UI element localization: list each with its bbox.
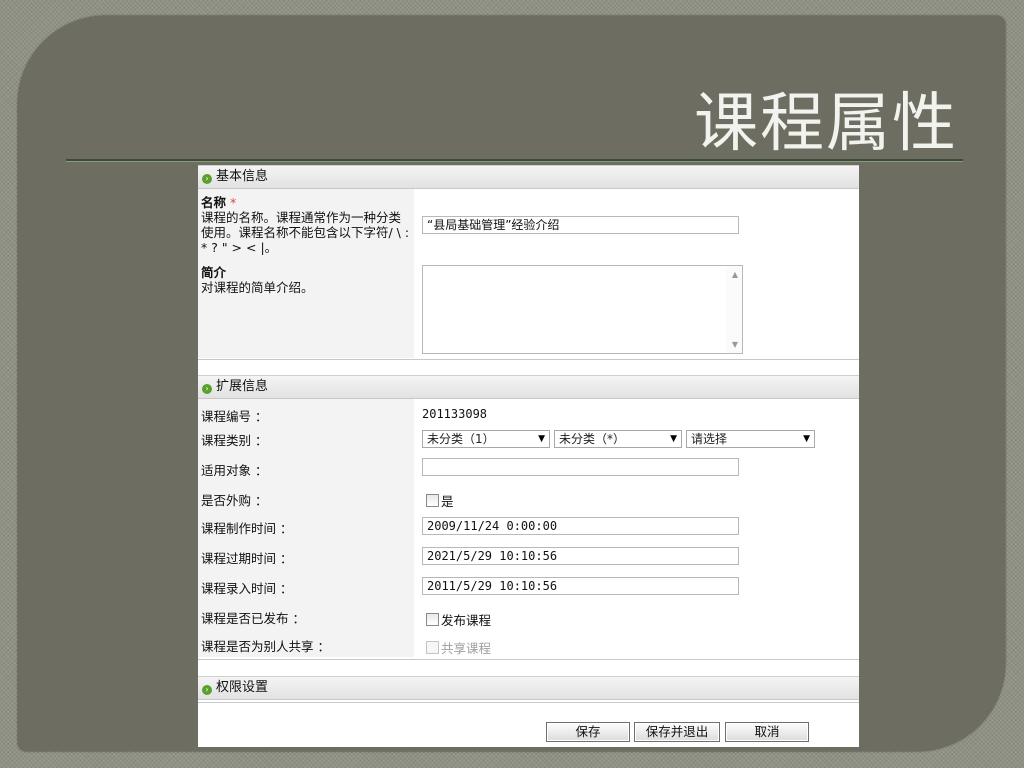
- expand-icon[interactable]: ›: [202, 685, 212, 695]
- audience-label: 适用对象 ：: [201, 463, 268, 478]
- title-divider: [66, 159, 963, 161]
- section-header-permissions[interactable]: › 权限设置: [198, 676, 859, 700]
- checkbox-box[interactable]: [426, 494, 439, 507]
- scroll-down-icon[interactable]: ▼: [732, 340, 738, 349]
- entry-time-input[interactable]: 2011/5/29 10:10:56: [422, 577, 739, 595]
- course-properties-form: › 基本信息 名称 * 课程的名称。课程通常作为一种分类使用。课程名称不能包含以下…: [198, 165, 859, 747]
- category-label: 课程类别 ：: [201, 433, 268, 448]
- expand-icon[interactable]: ›: [202, 174, 212, 184]
- made-time-input[interactable]: 2009/11/24 0:00:00: [422, 517, 739, 535]
- made-time-label: 课程制作时间 ：: [201, 521, 293, 536]
- save-button[interactable]: 保存: [546, 722, 630, 742]
- intro-field-label: 简介 对课程的简单介绍。: [201, 265, 411, 295]
- section-header-extended[interactable]: › 扩展信息: [198, 375, 859, 399]
- course-no-value: 201133098: [422, 407, 488, 421]
- scrollbar[interactable]: ▲ ▼: [726, 266, 742, 353]
- share-checkbox[interactable]: 共享课程: [426, 638, 491, 657]
- name-field-label: 名称 * 课程的名称。课程通常作为一种分类使用。课程名称不能包含以下字符/ \ …: [201, 195, 411, 255]
- expand-icon[interactable]: ›: [202, 384, 212, 394]
- category-select-1[interactable]: 未分类（1） ▼: [422, 430, 550, 448]
- dropdown-arrow-icon[interactable]: ▼: [803, 431, 810, 447]
- cancel-button[interactable]: 取消: [725, 722, 809, 742]
- checkbox-box[interactable]: [426, 613, 439, 626]
- field-label-name: 名称: [201, 195, 227, 210]
- section-title: 扩展信息: [216, 379, 269, 394]
- slide-title: 课程属性: [694, 87, 958, 161]
- checkbox-label: 发布课程: [441, 613, 492, 628]
- dropdown-arrow-icon[interactable]: ▼: [670, 431, 677, 447]
- field-description: 对课程的简单介绍。: [201, 280, 314, 295]
- checkbox-box[interactable]: [426, 641, 439, 654]
- expire-time-label: 课程过期时间 ：: [201, 551, 293, 566]
- save-and-exit-button[interactable]: 保存并退出: [634, 722, 720, 742]
- required-mark: *: [230, 195, 237, 210]
- category-select-2[interactable]: 未分类（*） ▼: [554, 430, 682, 448]
- publish-checkbox[interactable]: 发布课程: [426, 610, 491, 629]
- entry-time-label: 课程录入时间 ：: [201, 581, 293, 596]
- field-description: 课程的名称。课程通常作为一种分类使用。课程名称不能包含以下字符/ \ : * ?…: [201, 210, 410, 255]
- expire-time-input[interactable]: 2021/5/29 10:10:56: [422, 547, 739, 565]
- section-header-basic[interactable]: › 基本信息: [198, 165, 859, 189]
- checkbox-label: 是: [441, 494, 454, 509]
- scroll-up-icon[interactable]: ▲: [732, 270, 738, 279]
- select-value: 未分类（*）: [559, 432, 626, 446]
- divider: [198, 659, 859, 660]
- field-label-intro: 简介: [201, 265, 227, 280]
- purchased-label: 是否外购 ：: [201, 493, 268, 508]
- audience-input[interactable]: [422, 458, 739, 476]
- dropdown-arrow-icon[interactable]: ▼: [538, 431, 545, 447]
- section-title: 基本信息: [216, 169, 269, 184]
- checkbox-label: 共享课程: [441, 641, 492, 656]
- published-label: 课程是否已发布 ：: [201, 611, 305, 626]
- divider: [198, 359, 859, 360]
- select-value: 请选择: [691, 432, 728, 446]
- course-no-label: 课程编号 ：: [201, 409, 268, 424]
- category-select-3[interactable]: 请选择 ▼: [686, 430, 815, 448]
- section-title: 权限设置: [216, 680, 269, 695]
- shared-label: 课程是否为别人共享 ：: [201, 639, 330, 654]
- purchased-checkbox[interactable]: 是: [426, 491, 454, 510]
- divider: [198, 702, 859, 703]
- course-intro-textarea[interactable]: ▲ ▼: [422, 265, 743, 354]
- select-value: 未分类（1）: [427, 432, 495, 446]
- course-name-input[interactable]: “县局基础管理”经验介绍: [422, 216, 739, 234]
